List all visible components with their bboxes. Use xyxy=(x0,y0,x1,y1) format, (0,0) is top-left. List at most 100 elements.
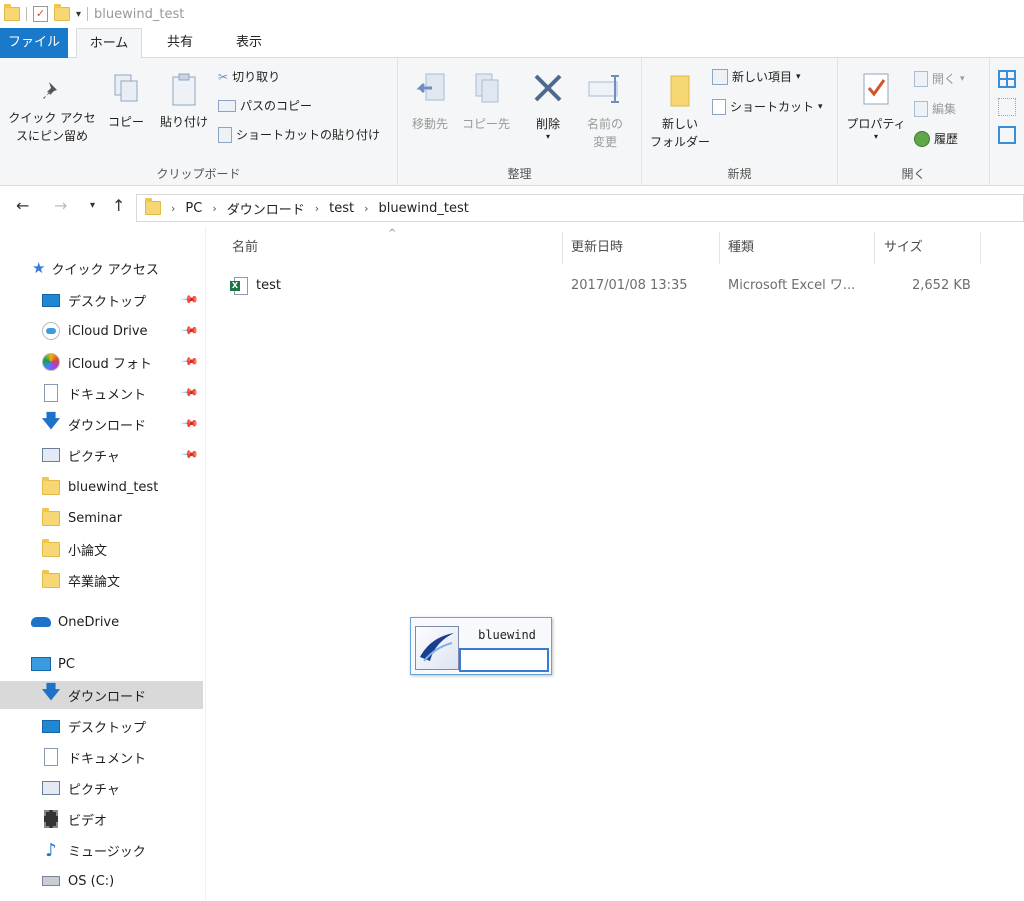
invert-selection-icon[interactable] xyxy=(998,126,1016,144)
shortcut-button[interactable]: ショートカット ▾ xyxy=(712,98,823,115)
nav-pc-item-os-drive[interactable]: OS (C:) xyxy=(0,867,203,895)
bluewind-logo-icon xyxy=(415,626,459,670)
copy-to-icon xyxy=(475,73,499,103)
folder-icon xyxy=(40,476,62,496)
bluewind-popup[interactable]: bluewind xyxy=(410,617,552,675)
column-separator[interactable] xyxy=(874,232,875,264)
nav-item-label: bluewind_test xyxy=(68,479,159,495)
tab-file[interactable]: ファイル xyxy=(0,28,68,58)
nav-item-seminar[interactable]: Seminar xyxy=(0,504,203,532)
tab-home[interactable]: ホーム xyxy=(76,28,142,59)
rename-button[interactable]: 名前の 変更 xyxy=(578,70,632,151)
new-folder-quick-icon[interactable] xyxy=(54,4,70,21)
column-header-size[interactable]: サイズ xyxy=(884,232,923,264)
nav-pc-item-desktop[interactable]: デスクトップ xyxy=(0,712,203,740)
nav-pc-item-music[interactable]: ♪ ミュージック xyxy=(0,836,203,864)
bluewind-command-input[interactable] xyxy=(459,648,549,672)
properties-button[interactable]: プロパティ ▾ xyxy=(842,70,910,141)
up-button[interactable]: ↑ xyxy=(112,196,125,215)
history-label: 履歴 xyxy=(934,132,959,146)
column-header-type[interactable]: 種類 xyxy=(728,232,754,264)
column-header-name[interactable]: 名前 xyxy=(232,232,258,264)
paste-button[interactable]: 貼り付け xyxy=(154,72,214,131)
nav-item-icloud-photos[interactable]: iCloud フォト 📌 xyxy=(0,348,203,376)
nav-quick-access-label: クイック アクセス xyxy=(51,262,159,278)
back-button[interactable]: ← xyxy=(16,196,29,215)
chevron-right-icon[interactable]: › xyxy=(315,202,319,215)
paste-shortcut-icon xyxy=(218,126,232,143)
computer-icon xyxy=(30,655,52,673)
nav-pc-item-videos[interactable]: ビデオ xyxy=(0,805,203,833)
nav-item-desktop[interactable]: デスクトップ 📌 xyxy=(0,286,203,314)
select-all-icon[interactable] xyxy=(998,70,1016,88)
nav-pc-item-documents[interactable]: ドキュメント xyxy=(0,743,203,771)
tab-view[interactable]: 表示 xyxy=(218,28,280,58)
column-separator[interactable] xyxy=(719,232,720,264)
nav-onedrive[interactable]: OneDrive xyxy=(0,608,203,636)
nav-item-icloud-drive[interactable]: iCloud Drive 📌 xyxy=(0,317,203,345)
column-separator[interactable] xyxy=(980,232,981,264)
open-button[interactable]: 開く ▾ xyxy=(914,70,965,87)
cut-button[interactable]: ✂ 切り取り xyxy=(218,68,280,85)
music-note-icon: ♪ xyxy=(45,839,57,861)
column-header-date[interactable]: 更新日時 xyxy=(571,232,623,264)
drive-icon xyxy=(40,872,62,890)
new-folder-button[interactable]: 新しい フォルダー xyxy=(646,72,714,151)
scissors-icon: ✂ xyxy=(218,69,229,84)
file-row[interactable]: X test 2017/01/08 13:35 Microsoft Excel … xyxy=(222,272,992,300)
pin-quick-access-button[interactable]: クイック アクセ スにピン留め xyxy=(6,78,98,145)
sort-ascending-icon: ^ xyxy=(388,228,397,239)
copy-to-button[interactable]: コピー先 xyxy=(460,70,512,133)
properties-icon xyxy=(863,73,889,105)
paste-label: 貼り付け xyxy=(159,115,208,129)
history-button[interactable]: 履歴 xyxy=(914,130,958,147)
new-group: 新しい フォルダー 新しい項目 ▾ ショートカット ▾ 新規 xyxy=(642,58,838,186)
select-none-icon[interactable] xyxy=(998,98,1016,116)
copy-button[interactable]: コピー xyxy=(104,72,148,131)
address-bar[interactable]: › PC › ダウンロード › test › bluewind_test xyxy=(136,194,1024,222)
breadcrumb-pc[interactable]: PC xyxy=(185,201,202,216)
nav-item-essay[interactable]: 小論文 xyxy=(0,535,203,563)
nav-quick-access[interactable]: ★ クイック アクセス xyxy=(0,254,203,282)
copy-path-label: パスのコピー xyxy=(240,99,313,113)
nav-pc-item-pictures[interactable]: ピクチャ xyxy=(0,774,203,802)
chevron-right-icon[interactable]: › xyxy=(212,202,216,215)
nav-item-label: ドキュメント xyxy=(68,387,147,403)
nav-pc-item-downloads[interactable]: 🡇 ダウンロード xyxy=(0,681,203,709)
excel-file-icon: X xyxy=(230,277,250,295)
paste-shortcut-button[interactable]: ショートカットの貼り付け xyxy=(218,126,380,143)
tab-share[interactable]: 共有 xyxy=(150,28,210,58)
move-to-button[interactable]: 移動先 xyxy=(406,70,454,133)
copy-path-button[interactable]: パスのコピー xyxy=(218,97,312,114)
nav-item-downloads[interactable]: 🡇 ダウンロード 📌 xyxy=(0,410,203,438)
nav-item-pictures[interactable]: ピクチャ 📌 xyxy=(0,441,203,469)
breadcrumb-downloads[interactable]: ダウンロード xyxy=(227,199,305,218)
forward-button[interactable]: → xyxy=(54,196,67,215)
quick-access-toolbar-dropdown[interactable]: ▾ xyxy=(76,9,81,20)
nav-item-thesis[interactable]: 卒業論文 xyxy=(0,566,203,594)
properties-label: プロパティ xyxy=(846,117,906,131)
new-folder-label-line2: フォルダー xyxy=(649,135,710,149)
icloud-drive-icon xyxy=(40,322,62,340)
delete-button[interactable]: 削除 ▾ xyxy=(526,70,570,141)
column-separator[interactable] xyxy=(562,232,563,264)
open-icon xyxy=(914,70,928,87)
chevron-right-icon[interactable]: › xyxy=(364,202,368,215)
edit-button[interactable]: 編集 xyxy=(914,100,956,117)
nav-item-bluewind-test[interactable]: bluewind_test xyxy=(0,473,203,501)
nav-onedrive-label: OneDrive xyxy=(58,614,120,630)
organize-group-label: 整理 xyxy=(507,167,532,181)
properties-quick-icon[interactable]: ✓ xyxy=(33,6,48,22)
move-to-icon xyxy=(416,73,445,101)
breadcrumb-bluewind-test[interactable]: bluewind_test xyxy=(379,201,469,216)
new-item-button[interactable]: 新しい項目 ▾ xyxy=(712,68,801,85)
nav-pc-item-label: OS (C:) xyxy=(68,873,115,889)
recent-locations-button[interactable]: ▾ xyxy=(90,200,95,211)
breadcrumb-test[interactable]: test xyxy=(329,201,354,216)
chevron-right-icon[interactable]: › xyxy=(171,202,175,215)
nav-item-label: ダウンロード xyxy=(68,418,147,434)
desktop-icon xyxy=(40,717,62,735)
nav-pc[interactable]: PC xyxy=(0,650,203,678)
icloud-photos-icon xyxy=(40,353,62,371)
nav-item-documents[interactable]: ドキュメント 📌 xyxy=(0,379,203,407)
